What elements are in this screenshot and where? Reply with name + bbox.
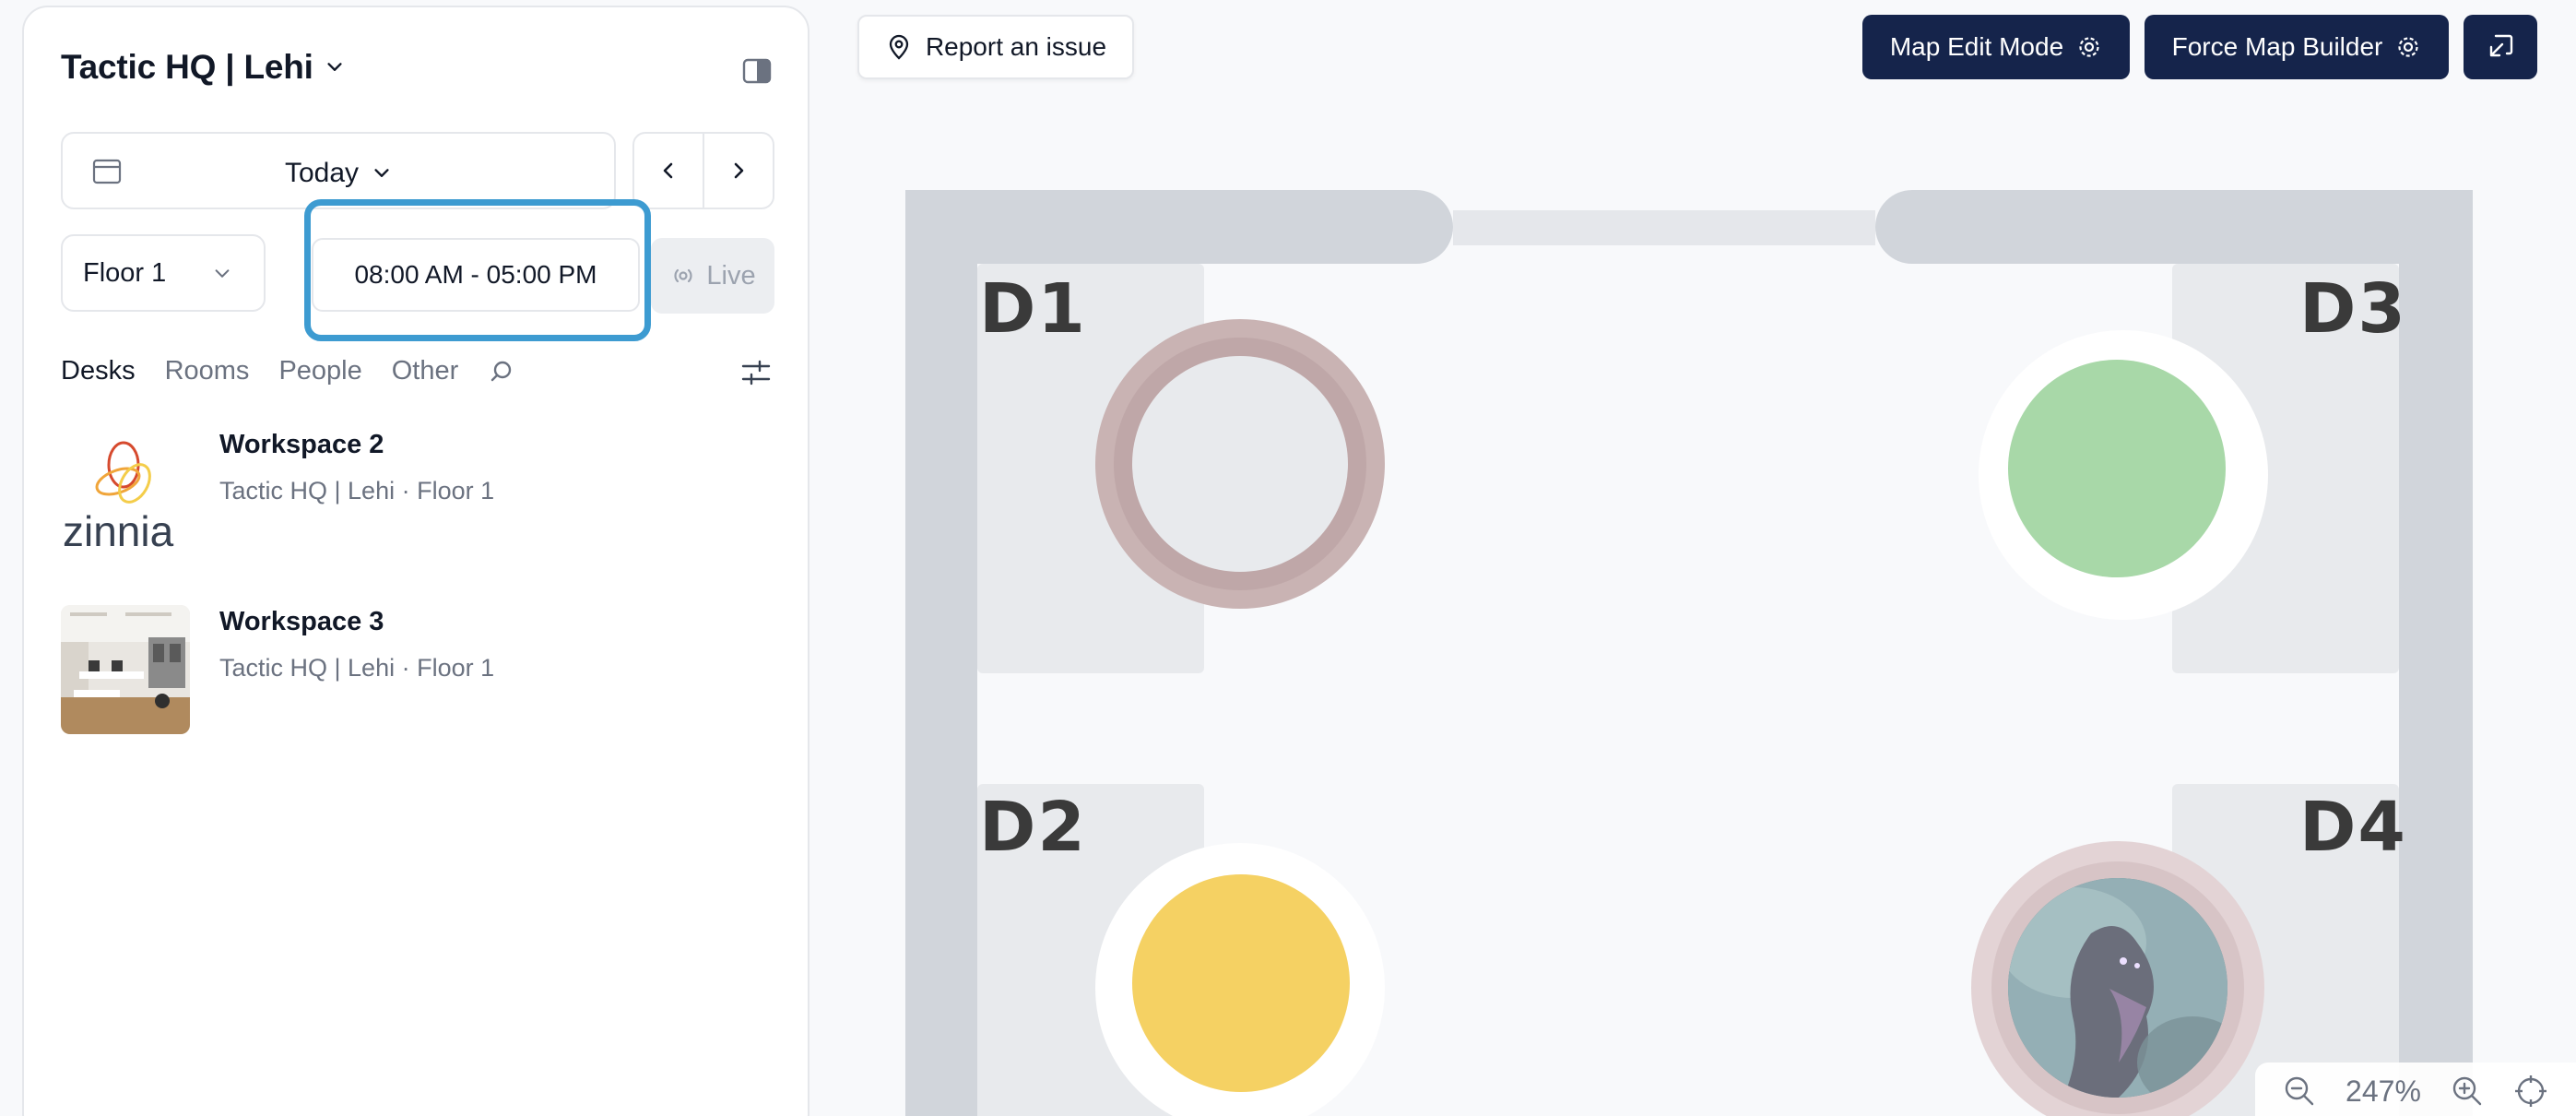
occupant-avatar [2008,878,2227,1098]
zinnia-logo: zinnia [63,441,174,555]
chevron-down-icon [327,63,342,71]
report-issue-label: Report an issue [925,32,1107,61]
gear-icon [2079,37,2099,57]
report-issue-button[interactable]: Report an issue [857,15,1134,79]
wall-top-left [905,190,1453,264]
zoom-controls: 247% [2255,1063,2576,1116]
map-edit-mode-button[interactable]: Map Edit Mode [1862,15,2130,79]
workspace-thumbnail: zinnia [61,428,190,557]
date-picker[interactable]: Today [61,132,616,209]
location-title: Tactic HQ | Lehi [61,48,313,86]
exit-fullscreen-button[interactable] [2464,15,2537,79]
tab-desks[interactable]: Desks [61,356,136,386]
workspace-location: Tactic HQ | Lehi · Floor 1 [219,654,495,682]
location-pin-icon [889,34,909,60]
previous-day-button[interactable] [634,134,704,208]
chevron-left-icon [663,162,673,179]
floor-map[interactable]: D1 D3 D2 D4 [905,190,2473,1116]
tab-people[interactable]: People [278,356,361,386]
sidebar: Tactic HQ | Lehi Today Floor 1 08:00 AM … [22,6,809,1116]
wall-left [905,190,977,1116]
desk-label-d3: D3 [2299,269,2407,349]
live-label: Live [706,260,756,291]
force-map-builder-label: Force Map Builder [2171,32,2383,61]
workspace-thumbnail [61,605,190,734]
chevron-down-icon [374,169,389,177]
filter-icon[interactable] [739,356,773,389]
wall-top-right [1875,190,2473,264]
date-label: Today [284,158,360,188]
search-icon[interactable] [488,358,515,386]
sidebar-toggle-icon[interactable] [741,55,773,87]
desk-d1-center [1132,356,1348,572]
office-photo [61,605,190,734]
wall-right [2399,190,2473,1116]
list-item[interactable]: zinnia Workspace 2 Tactic HQ | Lehi · Fl… [61,428,494,557]
category-tabs: Desks Rooms People Other [61,356,515,386]
desk-label-d2: D2 [979,788,1087,867]
chevron-down-icon [215,269,230,278]
desk-d2-seat[interactable] [1132,874,1350,1092]
list-item[interactable]: Workspace 3 Tactic HQ | Lehi · Floor 1 [61,605,494,734]
floor-label: Floor 1 [83,258,167,288]
live-button[interactable]: Live [651,238,774,314]
force-map-builder-button[interactable]: Force Map Builder [2145,15,2449,79]
tab-rooms[interactable]: Rooms [165,356,250,386]
tab-other[interactable]: Other [392,356,459,386]
desk-label-d1: D1 [979,269,1087,349]
doorway [1453,210,1875,245]
workspace-name: Workspace 2 [219,430,384,459]
map-edit-mode-label: Map Edit Mode [1889,32,2064,61]
location-selector[interactable]: Tactic HQ | Lehi [61,48,345,87]
chevron-right-icon [734,162,744,179]
time-range-selector[interactable]: 08:00 AM - 05:00 PM [312,238,640,312]
next-day-button[interactable] [704,134,773,208]
zinnia-wordmark: zinnia [63,507,174,555]
recenter-icon[interactable] [2513,1074,2548,1109]
date-navigation [632,132,774,209]
zoom-out-icon[interactable] [2283,1074,2316,1108]
floor-selector[interactable]: Floor 1 [61,234,266,312]
gear-icon [2398,37,2418,57]
zoom-in-icon[interactable] [2451,1074,2484,1108]
zoom-level: 247% [2346,1074,2421,1108]
broadcast-icon [674,268,692,283]
workspace-location: Tactic HQ | Lehi · Floor 1 [219,477,495,505]
desk-d3-seat[interactable] [2008,360,2226,577]
workspace-name: Workspace 3 [219,607,384,636]
desk-label-d4: D4 [2299,788,2407,867]
screen-cast-icon [2489,34,2513,57]
